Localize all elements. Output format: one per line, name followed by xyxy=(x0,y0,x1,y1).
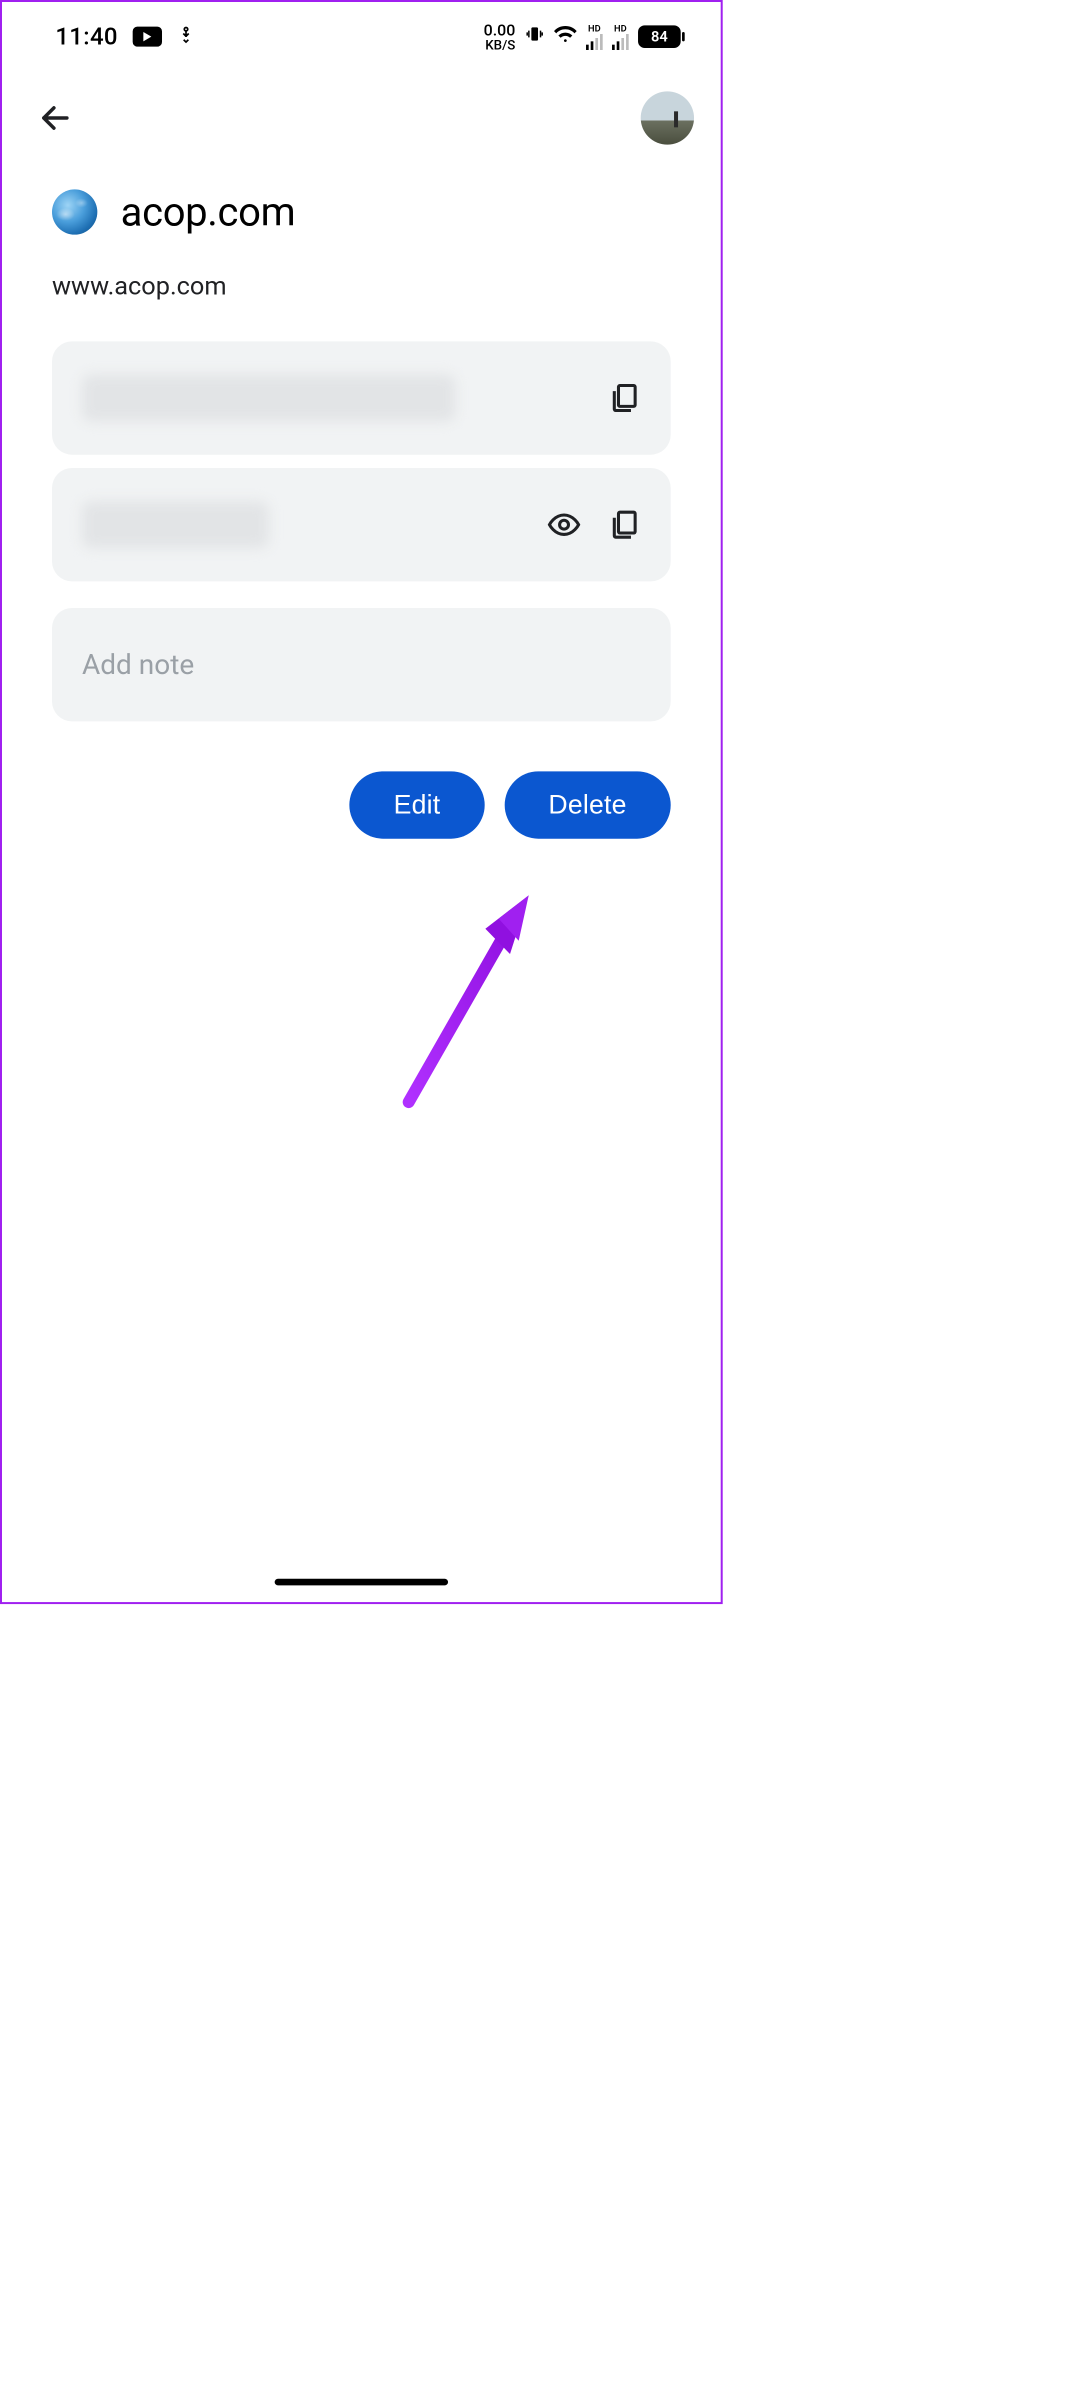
battery-indicator: 84 xyxy=(638,25,681,48)
signal-2: HD xyxy=(612,23,629,50)
password-field[interactable] xyxy=(52,468,671,581)
annotation-arrow xyxy=(389,889,562,1116)
vibrate-icon xyxy=(525,24,545,49)
copy-username-button[interactable] xyxy=(604,378,644,418)
wifi-icon xyxy=(554,23,577,51)
profile-avatar[interactable] xyxy=(641,91,694,144)
home-indicator[interactable] xyxy=(275,1579,448,1586)
password-value xyxy=(82,501,269,548)
download-icon xyxy=(177,24,196,49)
site-title: acop.com xyxy=(121,188,296,235)
signal-1: HD xyxy=(586,23,603,50)
username-value xyxy=(82,375,455,422)
status-bar: 11:40 0.00 KB/S HD HD xyxy=(2,2,721,58)
edit-button[interactable]: Edit xyxy=(350,771,485,838)
site-url: www.acop.com xyxy=(2,242,721,328)
delete-button[interactable]: Delete xyxy=(504,771,670,838)
note-field[interactable]: Add note xyxy=(52,608,671,721)
status-time: 11:40 xyxy=(55,23,118,51)
copy-password-button[interactable] xyxy=(604,505,644,545)
username-field[interactable] xyxy=(52,341,671,454)
data-rate: 0.00 KB/S xyxy=(484,22,516,51)
back-button[interactable] xyxy=(35,98,75,138)
globe-icon xyxy=(52,189,97,234)
show-password-button[interactable] xyxy=(544,505,584,545)
note-placeholder: Add note xyxy=(82,648,194,681)
youtube-icon xyxy=(133,27,162,47)
